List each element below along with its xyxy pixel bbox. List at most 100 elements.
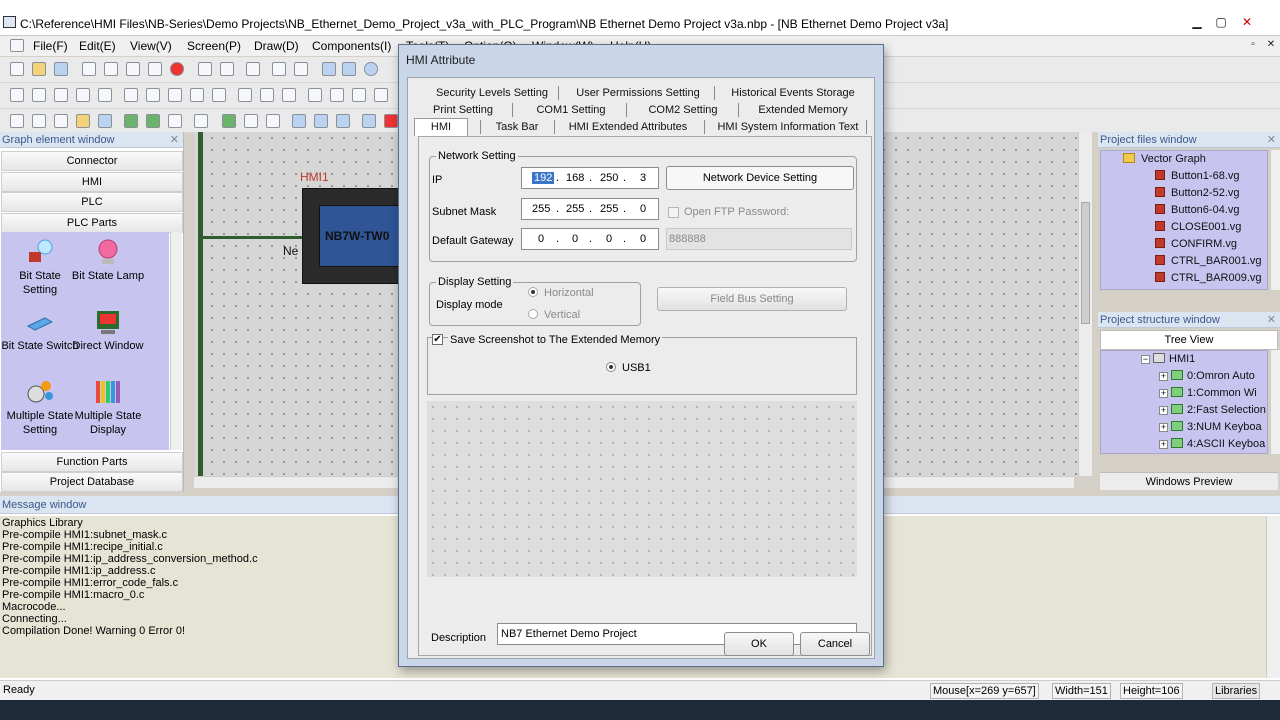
group-icon[interactable] (308, 88, 322, 102)
gateway-octet-4[interactable]: 0 (640, 233, 646, 245)
tab-historical-events-storage[interactable]: Historical Events Storage (728, 85, 858, 102)
menu-file[interactable]: File(F) (33, 39, 68, 53)
redo-icon[interactable] (220, 62, 234, 76)
tab-hmi-system-information-text[interactable]: HMI System Information Text (716, 119, 860, 136)
tree-root-hmi1[interactable]: − HMI1 (1141, 351, 1195, 368)
space-vertical-icon[interactable] (212, 88, 226, 102)
tab-hmi-extended-attributes[interactable]: HMI Extended Attributes (566, 119, 690, 136)
music-icon[interactable] (168, 114, 182, 128)
tree-item[interactable]: +1:Common Wi (1159, 385, 1257, 402)
zoom-out-icon[interactable] (294, 62, 308, 76)
compile-icon[interactable] (244, 114, 258, 128)
close-button[interactable]: ✕ (1238, 14, 1256, 30)
part-multiple-state-setting[interactable]: Multiple State Setting (1, 378, 79, 437)
libraries-button[interactable]: Libraries (1212, 683, 1261, 699)
calendar-icon[interactable] (98, 114, 112, 128)
online-icon[interactable] (384, 114, 398, 128)
find-icon[interactable] (246, 62, 260, 76)
open-icon[interactable] (32, 62, 46, 76)
ungroup-icon[interactable] (330, 88, 344, 102)
part-bit-state-lamp[interactable]: Bit State Lamp (69, 238, 147, 283)
ip-octet-3[interactable]: 250 (600, 172, 618, 184)
cut-icon[interactable] (82, 62, 96, 76)
menu-components[interactable]: Components(I) (312, 39, 391, 53)
select-icon[interactable] (342, 62, 356, 76)
gateway-octet-2[interactable]: 0 (572, 233, 578, 245)
save-icon[interactable] (54, 62, 68, 76)
tree-folder-vector-graph[interactable]: Vector Graph (1123, 151, 1206, 168)
ip-octet-1[interactable]: 192 (532, 172, 555, 184)
tree-item[interactable]: +2:Fast Selection (1159, 402, 1266, 419)
hmi-device[interactable]: NB7W-TW0 (302, 188, 403, 284)
subnet-mask-input[interactable]: 255 . 255 . 255 . 0 (521, 198, 659, 220)
close-icon[interactable]: ✕ (1267, 312, 1276, 328)
menu-screen[interactable]: Screen(P) (187, 39, 241, 53)
mdi-close-button[interactable]: ✕ (1262, 37, 1280, 53)
table-icon[interactable] (32, 114, 46, 128)
part-bit-state-setting[interactable]: Bit State Setting (1, 238, 79, 297)
expand-icon[interactable]: + (1159, 406, 1168, 415)
next-screen-icon[interactable] (314, 114, 328, 128)
download-icon[interactable] (266, 114, 280, 128)
menu-view[interactable]: View(V) (130, 39, 172, 53)
subnet-octet-4[interactable]: 0 (640, 203, 646, 215)
list-icon[interactable] (54, 114, 68, 128)
collapse-icon[interactable]: − (1141, 355, 1150, 364)
same-size-icon[interactable] (168, 88, 182, 102)
rotate-icon[interactable] (282, 88, 296, 102)
tree-item[interactable]: +0:Omron Auto (1159, 368, 1255, 385)
align-top-icon[interactable] (54, 88, 68, 102)
field-bus-setting-button[interactable]: Field Bus Setting (657, 287, 847, 311)
same-height-icon[interactable] (146, 88, 160, 102)
send-back-icon[interactable] (374, 88, 388, 102)
tab-user-permissions-setting[interactable]: User Permissions Setting (574, 85, 702, 102)
prev-screen-icon[interactable] (292, 114, 306, 128)
category-project-database[interactable]: Project Database (1, 472, 183, 492)
network-device-setting-button[interactable]: Network Device Setting (666, 166, 854, 190)
tab-com1-setting[interactable]: COM1 Setting (536, 102, 606, 119)
tab-print-setting[interactable]: Print Setting (432, 102, 494, 119)
bring-front-icon[interactable] (352, 88, 366, 102)
help-icon[interactable] (364, 62, 378, 76)
screen-icon[interactable] (322, 62, 336, 76)
canvas-vertical-scrollbar[interactable] (1078, 132, 1092, 476)
save-screenshot-checkbox[interactable]: ✔ (432, 334, 443, 345)
undo-icon[interactable] (198, 62, 212, 76)
password-input[interactable]: 888888 (666, 228, 852, 250)
tree-item[interactable]: +3:NUM Keyboa (1159, 419, 1262, 436)
flip-vertical-icon[interactable] (260, 88, 274, 102)
mdi-restore-button[interactable]: ▫ (1244, 37, 1262, 53)
subnet-octet-3[interactable]: 255 (600, 203, 618, 215)
paint-icon[interactable] (76, 114, 90, 128)
file-item[interactable]: Button6-04.vg (1155, 202, 1240, 219)
tree-view-tab[interactable]: Tree View (1100, 330, 1278, 350)
tab-extended-memory[interactable]: Extended Memory (758, 102, 848, 119)
category-function-parts[interactable]: Function Parts (1, 452, 183, 472)
copy-icon[interactable] (104, 62, 118, 76)
project-structure-scrollbar[interactable] (1270, 350, 1280, 454)
subnet-octet-1[interactable]: 255 (532, 203, 550, 215)
tab-hmi[interactable]: HMI (414, 118, 468, 136)
category-plc-parts[interactable]: PLC Parts (1, 213, 183, 233)
expand-icon[interactable]: + (1159, 423, 1168, 432)
file-item[interactable]: CLOSE001.vg (1155, 219, 1241, 236)
align-center-icon[interactable] (98, 88, 112, 102)
project-files-scrollbar[interactable] (1270, 150, 1280, 290)
image-icon[interactable] (124, 114, 138, 128)
ip-octet-4[interactable]: 3 (640, 172, 646, 184)
default-gateway-input[interactable]: 0 . 0 . 0 . 0 (521, 228, 659, 250)
file-item[interactable]: Button2-52.vg (1155, 185, 1240, 202)
category-hmi[interactable]: HMI (1, 172, 183, 192)
vertical-radio[interactable] (528, 309, 538, 319)
first-screen-icon[interactable] (336, 114, 350, 128)
gateway-octet-1[interactable]: 0 (538, 233, 544, 245)
flip-horizontal-icon[interactable] (238, 88, 252, 102)
align-left-icon[interactable] (10, 88, 24, 102)
same-width-icon[interactable] (124, 88, 138, 102)
library-icon[interactable] (222, 114, 236, 128)
parts-scrollbar[interactable] (170, 232, 182, 450)
file-item[interactable]: CONFIRM.vg (1155, 236, 1237, 253)
file-item[interactable]: CTRL_BAR001.vg (1155, 253, 1262, 270)
expand-icon[interactable]: + (1159, 440, 1168, 449)
part-direct-window[interactable]: Direct Window (69, 308, 147, 353)
